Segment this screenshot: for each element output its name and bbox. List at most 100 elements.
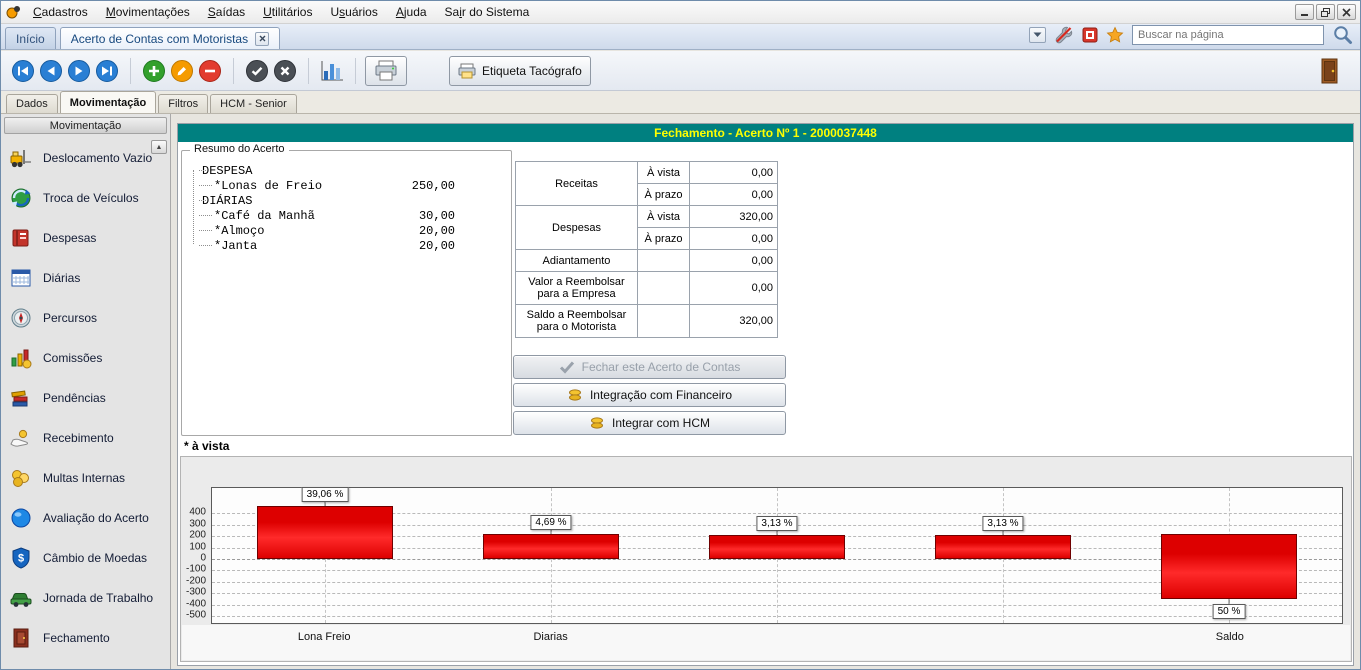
nav-next-button[interactable] [65,57,93,85]
fechar-acerto-button[interactable]: Fechar este Acerto de Contas [513,355,786,379]
app-logo-icon [4,4,24,20]
sidebar-item-deslocamento-vazio[interactable]: Deslocamento Vazio [1,138,170,178]
chart-bar [1161,534,1297,599]
tab-list-dropdown-button[interactable] [1029,27,1046,43]
nav-first-icon [11,59,35,83]
tab-filtros[interactable]: Filtros [158,94,208,113]
tree-node-cafe-da-manha[interactable]: *Café da Manhã30,00 [188,208,511,223]
chart-bar [483,534,619,559]
ledger-book-icon [9,226,33,250]
tools-locked-button[interactable] [1054,25,1074,45]
chart-plot: 39,06 %4,69 %3,13 %3,13 %50 % [211,487,1343,624]
integracao-financeiro-button[interactable]: Integração com Financeiro [513,383,786,407]
tab-close-button[interactable] [255,32,269,46]
search-input[interactable] [1132,25,1324,45]
tree-node-lonas-de-freio[interactable]: *Lonas de Freio250,00 [188,178,511,193]
coins-icon [9,466,33,490]
table-row: ReceitasÀ vista0,00 [516,162,778,184]
y-tick-label: -300 [186,587,206,598]
delete-icon [198,59,222,83]
delete-record-button[interactable] [196,57,224,85]
menu-item-saidas[interactable]: Saídas [199,2,254,22]
tree-node-janta[interactable]: *Janta20,00 [188,238,511,253]
menu-item-utilitarios[interactable]: Utilitários [254,2,321,22]
tab-dados[interactable]: Dados [6,94,58,113]
chart-button[interactable] [318,57,346,85]
menu-item-cadastros[interactable]: Cadastros [24,2,97,22]
table-row: Saldo a Reembolsar para o Motorista320,0… [516,305,778,338]
edit-record-button[interactable] [168,57,196,85]
tab-movimentacao[interactable]: Movimentação [60,91,156,113]
tree-node-almoco[interactable]: *Almoço20,00 [188,223,511,238]
sidebar-item-percursos[interactable]: Percursos [1,298,170,338]
tab-acerto-de-contas[interactable]: Acerto de Contas com Motoristas [60,27,280,49]
x-category-label: Saldo [1216,631,1244,643]
sidebar-item-cambio-de-moedas[interactable]: $ Câmbio de Moedas [1,538,170,578]
nav-first-button[interactable] [9,57,37,85]
print-button[interactable] [365,56,407,86]
alert-icon [1082,27,1098,43]
tab-inicio[interactable]: Início [5,27,56,49]
forklift-icon [9,146,33,170]
sidebar-item-multas-internas[interactable]: Multas Internas [1,458,170,498]
tab-hcm-senior[interactable]: HCM - Senior [210,94,297,113]
y-tick-label: -500 [186,610,206,621]
pending-books-icon [9,386,33,410]
menu-item-usuarios[interactable]: Usuários [321,2,386,22]
car-icon [9,586,33,610]
restore-button[interactable] [1316,4,1335,20]
sidebar-item-despesas[interactable]: Despesas [1,218,170,258]
sidebar-item-jornada-de-trabalho[interactable]: Jornada de Trabalho [1,578,170,618]
search-button[interactable] [1332,24,1354,46]
menu-item-movimentacoes[interactable]: Movimentações [97,2,199,22]
sidebar-item-recebimento[interactable]: Recebimento [1,418,170,458]
menu-item-sair-do-sistema[interactable]: Sair do Sistema [436,2,539,22]
y-tick-label: 100 [189,541,206,552]
tab-bar-tools [1029,24,1360,49]
table-row: DespesasÀ vista320,00 [516,206,778,228]
nav-previous-icon [39,59,63,83]
menu-item-ajuda[interactable]: Ajuda [387,2,436,22]
nav-last-button[interactable] [93,57,121,85]
check-icon [559,360,575,374]
restore-icon [1321,8,1330,17]
chevron-down-icon [1033,32,1042,38]
sidebar-item-avaliacao-do-acerto[interactable]: Avaliação do Acerto [1,498,170,538]
nav-previous-button[interactable] [37,57,65,85]
tree-node-diarias[interactable]: DIÁRIAS [188,193,511,208]
integrar-hcm-button[interactable]: Integrar com HCM [513,411,786,435]
edit-icon [170,59,194,83]
tools-locked-icon [1054,25,1074,45]
minimize-button[interactable] [1295,4,1314,20]
table-row: Valor a Reembolsar para a Empresa0,00 [516,272,778,305]
sidebar-item-troca-de-veiculos[interactable]: Troca de Veículos [1,178,170,218]
close-button[interactable] [1337,4,1356,20]
x-category-label: Lona Freio [298,631,351,643]
add-record-button[interactable] [140,57,168,85]
vehicle-swap-icon [9,186,33,210]
coins-icon [589,416,605,431]
y-tick-label: -200 [186,575,206,586]
favorites-button[interactable] [1106,26,1124,44]
sidebar-scroll-up-button[interactable]: ▲ [151,140,167,154]
chart-x-axis: Lona FreioDiariasSaldo [211,631,1343,645]
page-tabs: Dados Movimentação Filtros HCM - Senior [1,91,1360,114]
tree-node-despesa[interactable]: DESPESA [188,163,511,178]
sidebar-item-fechamento[interactable]: Fechamento [1,618,170,658]
chart-footnote: * à vista [184,439,229,453]
alert-button[interactable] [1082,27,1098,43]
confirm-button[interactable] [243,57,271,85]
y-tick-label: -400 [186,598,206,609]
cancel-button[interactable] [271,57,299,85]
nav-next-icon [67,59,91,83]
bar-percent-label: 3,13 % [982,516,1023,531]
sidebar-item-diarias[interactable]: Diárias [1,258,170,298]
sidebar-item-comissoes[interactable]: Comissões [1,338,170,378]
y-tick-label: 0 [200,552,206,563]
sidebar-item-pendencias[interactable]: Pendências [1,378,170,418]
menu-bar: Cadastros Movimentações Saídas Utilitári… [1,1,1360,24]
currency-shield-icon: $ [9,546,33,570]
exit-button[interactable] [1316,57,1344,85]
etiqueta-tacografo-button[interactable]: Etiqueta Tacógrafo [449,56,591,86]
y-tick-label: -100 [186,564,206,575]
